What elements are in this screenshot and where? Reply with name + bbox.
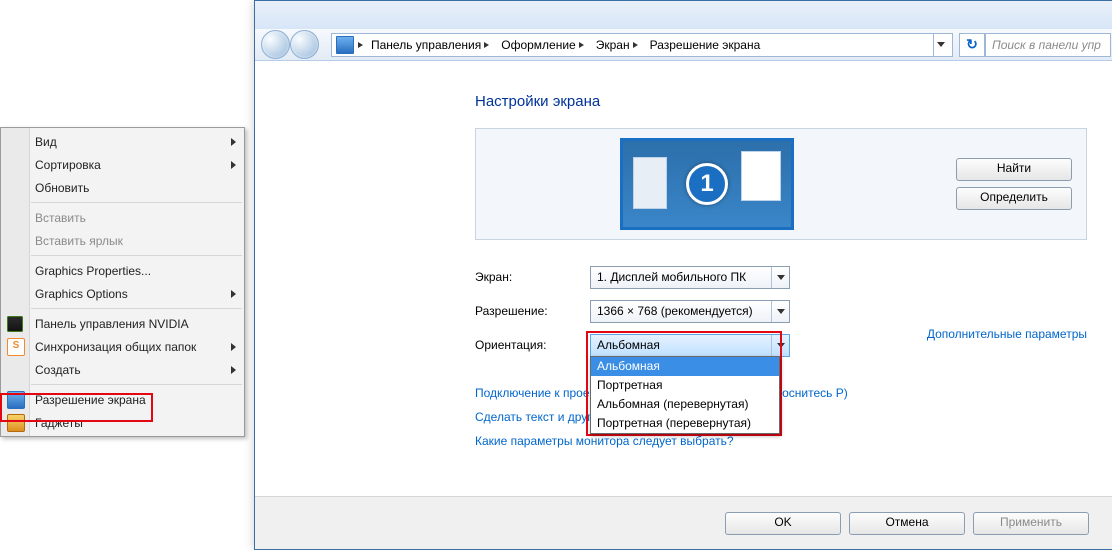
orientation-dropdown: АльбомнаяПортретнаяАльбомная (перевернут… — [590, 356, 780, 434]
sy-icon: S — [7, 338, 25, 356]
monitor-help-link[interactable]: Какие параметры монитора следует выбрать… — [475, 434, 1087, 448]
orientation-option[interactable]: Альбомная — [591, 357, 779, 376]
breadcrumb-seg[interactable]: Оформление — [501, 38, 575, 52]
context-menu-label: Создать — [35, 363, 81, 377]
orientation-label: Ориентация: — [475, 338, 590, 352]
monitor-thumbnail[interactable]: 1 — [620, 138, 794, 230]
orientation-option[interactable]: Портретная — [591, 376, 779, 395]
window-content: Настройки экрана 1 Найти Определить Экра… — [255, 61, 1112, 497]
context-menu-label: Graphics Options — [35, 287, 128, 301]
chevron-right-icon — [484, 42, 489, 48]
resolution-value: 1366 × 768 (рекомендуется) — [597, 304, 753, 318]
context-menu-label: Вставить ярлык — [35, 234, 123, 248]
chevron-down-icon — [777, 275, 785, 280]
control-panel-icon — [336, 36, 354, 54]
combo-dropdown-button[interactable] — [771, 335, 789, 356]
context-menu-item[interactable]: Гаджеты — [1, 411, 244, 434]
nav-back-button[interactable] — [261, 30, 290, 59]
context-menu-separator — [31, 308, 242, 309]
gad-icon — [7, 414, 25, 432]
resolution-combo[interactable]: 1366 × 768 (рекомендуется) — [590, 300, 790, 323]
context-menu-label: Вставить — [35, 211, 86, 225]
find-button[interactable]: Найти — [956, 158, 1072, 181]
search-placeholder: Поиск в панели упр — [992, 38, 1101, 52]
disp-icon — [7, 391, 25, 409]
context-menu-label: Синхронизация общих папок — [35, 340, 196, 354]
address-history-dropdown[interactable] — [933, 34, 948, 56]
orientation-combo[interactable]: Альбомная — [590, 334, 790, 357]
ok-button[interactable]: OK — [725, 512, 841, 535]
context-menu-separator — [31, 384, 242, 385]
window-footer: OK Отмена Применить — [255, 496, 1112, 549]
display-value: 1. Дисплей мобильного ПК — [597, 270, 746, 284]
context-menu-label: Graphics Properties... — [35, 264, 151, 278]
context-menu-item: Вставить ярлык — [1, 229, 244, 252]
submenu-arrow-icon — [231, 343, 236, 351]
context-menu-item[interactable]: Создать — [1, 358, 244, 381]
chevron-down-icon — [937, 42, 945, 47]
context-menu-item[interactable]: Graphics Properties... — [1, 259, 244, 282]
context-menu-separator — [31, 255, 242, 256]
chevron-right-icon — [633, 42, 638, 48]
display-combo[interactable]: 1. Дисплей мобильного ПК — [590, 266, 790, 289]
context-menu-item[interactable]: Вид — [1, 130, 244, 153]
context-menu-item[interactable]: Панель управления NVIDIA — [1, 312, 244, 335]
orientation-option[interactable]: Альбомная (перевернутая) — [591, 395, 779, 414]
search-input[interactable]: Поиск в панели упр — [985, 33, 1111, 57]
page-title: Настройки экрана — [475, 93, 1087, 110]
context-menu-item[interactable]: Сортировка — [1, 153, 244, 176]
refresh-button[interactable]: ↻ — [959, 33, 985, 57]
combo-dropdown-button[interactable] — [771, 301, 789, 322]
apply-button[interactable]: Применить — [973, 512, 1089, 535]
combo-dropdown-button[interactable] — [771, 267, 789, 288]
advanced-settings-link[interactable]: Дополнительные параметры — [927, 327, 1087, 341]
context-menu-item[interactable]: S Синхронизация общих папок — [1, 335, 244, 358]
orientation-value: Альбомная — [597, 338, 660, 352]
text-size-link[interactable]: Сделать текст и другие элементы больше и… — [475, 410, 1087, 424]
projector-link[interactable]: Подключение к проектору (или нажмите кла… — [475, 386, 1087, 400]
context-menu-item[interactable]: Обновить — [1, 176, 244, 199]
submenu-arrow-icon — [231, 290, 236, 298]
context-menu-item[interactable]: Graphics Options — [1, 282, 244, 305]
context-menu-label: Разрешение экрана — [35, 393, 146, 407]
context-menu-item: Вставить — [1, 206, 244, 229]
address-bar[interactable]: Панель управления Оформление Экран Разре… — [331, 33, 953, 57]
submenu-arrow-icon — [231, 138, 236, 146]
chevron-down-icon — [777, 343, 785, 348]
breadcrumb-seg[interactable]: Экран — [596, 38, 630, 52]
context-menu-label: Гаджеты — [35, 416, 83, 430]
orientation-option[interactable]: Портретная (перевернутая) — [591, 414, 779, 433]
breadcrumb-seg[interactable]: Разрешение экрана — [650, 38, 761, 52]
context-menu-label: Вид — [35, 135, 57, 149]
nv-icon — [7, 316, 23, 332]
window-titlebar[interactable] — [255, 1, 1112, 29]
submenu-arrow-icon — [231, 161, 236, 169]
chevron-down-icon — [777, 309, 785, 314]
nav-forward-button[interactable] — [290, 30, 319, 59]
context-menu-separator — [31, 202, 242, 203]
monitor-number-badge: 1 — [686, 163, 728, 205]
submenu-arrow-icon — [231, 366, 236, 374]
window-toolbar: Панель управления Оформление Экран Разре… — [255, 29, 1112, 61]
context-menu-item[interactable]: Разрешение экрана — [1, 388, 244, 411]
display-label: Экран: — [475, 270, 590, 284]
resolution-label: Разрешение: — [475, 304, 590, 318]
refresh-icon: ↻ — [966, 36, 978, 53]
detect-button[interactable]: Определить — [956, 187, 1072, 210]
display-preview-panel: 1 Найти Определить — [475, 128, 1087, 240]
context-menu-label: Панель управления NVIDIA — [35, 317, 189, 331]
context-menu-label: Сортировка — [35, 158, 101, 172]
chevron-right-icon — [358, 42, 363, 48]
cancel-button[interactable]: Отмена — [849, 512, 965, 535]
chevron-right-icon — [579, 42, 584, 48]
desktop-context-menu: Вид Сортировка Обновить Вставить Вставить яр… — [0, 127, 245, 437]
breadcrumb-seg[interactable]: Панель управления — [371, 38, 481, 52]
control-panel-window: Панель управления Оформление Экран Разре… — [254, 0, 1112, 550]
context-menu-label: Обновить — [35, 181, 89, 195]
